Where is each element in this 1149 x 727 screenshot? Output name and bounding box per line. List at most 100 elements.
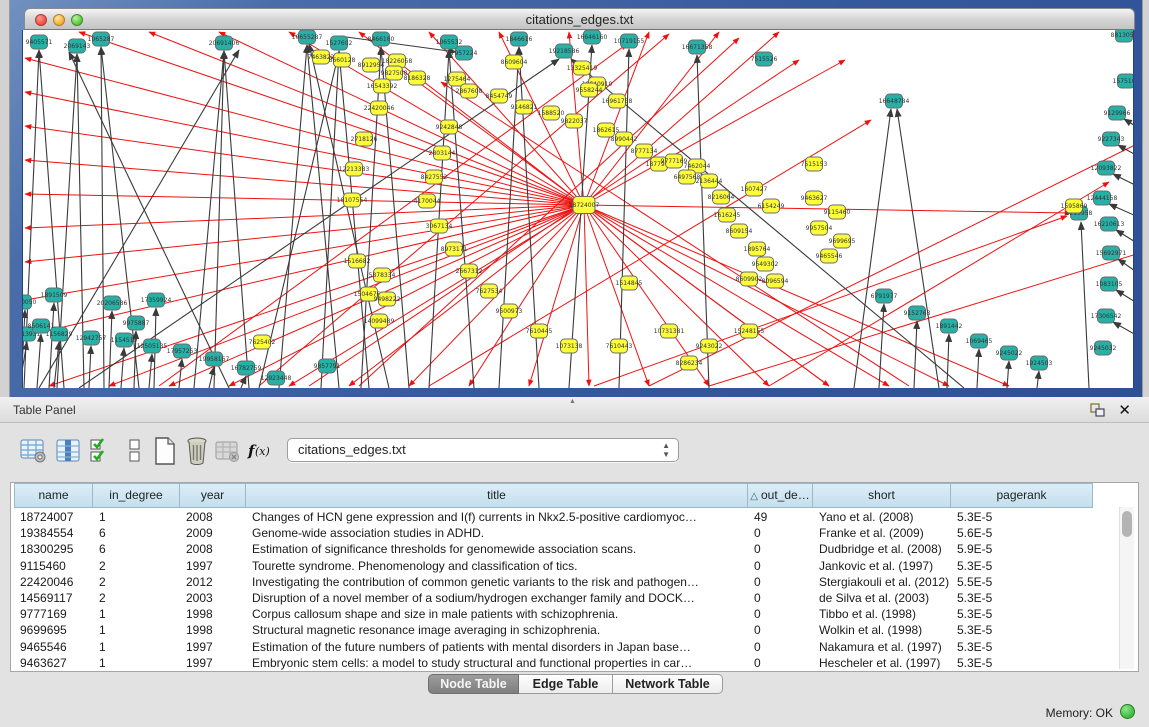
- memory-status-indicator[interactable]: [1120, 704, 1135, 719]
- graph-node[interactable]: 8609604: [501, 55, 528, 69]
- graph-node[interactable]: 20206586: [97, 296, 128, 310]
- column-header-year[interactable]: year: [180, 483, 246, 508]
- graph-node[interactable]: 9822037: [561, 114, 588, 128]
- table-selector-dropdown[interactable]: citations_edges.txt ▲▼: [287, 438, 679, 462]
- deselect-all-icon[interactable]: [120, 435, 150, 467]
- graph-node[interactable]: 9699695: [829, 234, 856, 248]
- graph-node[interactable]: 9957504: [806, 221, 833, 235]
- graph-node[interactable]: 6154249: [758, 199, 785, 213]
- column-header-short[interactable]: short: [813, 483, 951, 508]
- graph-node[interactable]: 9129966: [1104, 106, 1131, 120]
- tab-node-table[interactable]: Node Table: [428, 674, 519, 694]
- graph-node[interactable]: 10731381: [654, 324, 685, 338]
- graph-node[interactable]: 12093822: [1091, 161, 1122, 175]
- graph-node[interactable]: 6791977: [871, 289, 898, 303]
- graph-node[interactable]: 9227343: [1098, 132, 1125, 146]
- table-row[interactable]: 1872400712008Changes of HCN gene express…: [14, 509, 1093, 525]
- graph-node[interactable]: 1575107: [1113, 74, 1134, 88]
- graph-node[interactable]: 8186328: [404, 71, 431, 85]
- graph-node[interactable]: 1895764: [744, 242, 771, 256]
- graph-node[interactable]: 1527602: [326, 36, 353, 50]
- graph-node[interactable]: 16782759: [231, 361, 262, 375]
- column-settings-icon[interactable]: [18, 435, 48, 467]
- network-view-canvas[interactable]: 9405571206914310652872069140610655287152…: [22, 30, 1134, 388]
- graph-node[interactable]: 17359924: [141, 293, 172, 307]
- graph-node[interactable]: 12505135: [137, 339, 168, 353]
- graph-node[interactable]: 9500973: [496, 304, 523, 318]
- table-row[interactable]: 946554611997Estimation of the future num…: [14, 639, 1093, 655]
- table-row[interactable]: 969969511998Structural magnetic resonanc…: [14, 622, 1093, 638]
- graph-node[interactable]: 9549302: [752, 257, 779, 271]
- graph-node[interactable]: 8096594: [762, 274, 789, 288]
- graph-node[interactable]: 8813054: [1111, 30, 1134, 42]
- graph-node[interactable]: 8777134: [631, 144, 658, 158]
- graph-node[interactable]: 16671358: [682, 40, 713, 54]
- graph-node[interactable]: 16210613: [1094, 217, 1125, 231]
- graph-node[interactable]: 16648784: [879, 94, 910, 108]
- graph-node[interactable]: 18724007: [569, 197, 600, 214]
- table-row[interactable]: 911546021997Tourette syndrome. Phenomeno…: [14, 558, 1093, 574]
- graph-node[interactable]: 17957253: [167, 344, 198, 358]
- create-table-icon[interactable]: [150, 435, 180, 467]
- graph-node[interactable]: 19218586: [549, 44, 580, 58]
- graph-node[interactable]: 18107554: [337, 193, 368, 207]
- graph-node[interactable]: 8286234: [676, 356, 703, 370]
- graph-node[interactable]: 1891442: [936, 319, 963, 333]
- close-panel-icon[interactable]: ✕: [1118, 401, 1131, 419]
- column-header-in_degree[interactable]: in_degree: [93, 483, 180, 508]
- graph-node[interactable]: 9245022: [996, 346, 1023, 360]
- graph-node[interactable]: 7610443: [606, 339, 633, 353]
- import-table-icon[interactable]: [212, 435, 242, 467]
- table-vertical-scrollbar[interactable]: [1119, 507, 1134, 669]
- graph-node[interactable]: 8609902: [736, 272, 763, 286]
- splitter-handle-icon[interactable]: ▲: [569, 398, 576, 405]
- column-header-name[interactable]: name: [14, 483, 93, 508]
- graph-node[interactable]: 1083105: [1096, 277, 1123, 291]
- table-row[interactable]: 2242004622012Investigating the contribut…: [14, 574, 1093, 590]
- graph-node[interactable]: 10719155: [614, 34, 645, 48]
- float-panel-icon[interactable]: [1090, 403, 1105, 417]
- graph-node[interactable]: 2069143: [64, 39, 91, 53]
- table-row[interactable]: 1938455462009Genome-wide association stu…: [14, 525, 1093, 541]
- graph-node[interactable]: 7610445: [526, 324, 553, 338]
- graph-node[interactable]: 2803144: [429, 146, 456, 160]
- graph-node[interactable]: 9465546: [816, 249, 843, 263]
- graph-node[interactable]: 1069465: [966, 334, 993, 348]
- column-header-pagerank[interactable]: pagerank: [951, 483, 1093, 508]
- graph-node[interactable]: 1924503: [1026, 356, 1053, 370]
- tab-edge-table[interactable]: Edge Table: [519, 674, 613, 694]
- graph-node[interactable]: 2718126: [351, 132, 378, 146]
- column-header-title[interactable]: title: [246, 483, 748, 508]
- graph-node[interactable]: 4170044: [414, 194, 441, 208]
- table-row[interactable]: 977716911998Corpus callosum shape and si…: [14, 606, 1093, 622]
- graph-node[interactable]: 8609154: [726, 224, 753, 238]
- graph-node[interactable]: 8466160: [368, 32, 395, 46]
- scrollbar-thumb[interactable]: [1122, 511, 1132, 537]
- graph-node[interactable]: 2160050: [23, 295, 37, 309]
- table-row[interactable]: 1830029562008Estimation of significance …: [14, 541, 1093, 557]
- graph-node[interactable]: 9115460: [824, 205, 851, 219]
- graph-node[interactable]: 16543392: [367, 79, 398, 93]
- graph-node[interactable]: 7627534: [476, 284, 503, 298]
- graph-node[interactable]: 17306542: [1091, 309, 1122, 323]
- function-builder-icon[interactable]: f(x): [245, 435, 275, 467]
- graph-node[interactable]: 12923448: [261, 371, 292, 385]
- select-all-icon[interactable]: [86, 435, 116, 467]
- graph-node[interactable]: 1607427: [741, 182, 768, 196]
- graph-node[interactable]: 9463627: [801, 191, 828, 205]
- graph-node[interactable]: 1514845: [616, 276, 643, 290]
- graph-node[interactable]: 1891509: [41, 288, 68, 302]
- graph-node[interactable]: 16646160: [577, 30, 608, 44]
- column-header-out_de[interactable]: △out_de…: [748, 483, 813, 508]
- graph-node[interactable]: 20691406: [209, 36, 240, 50]
- table-row[interactable]: 946362711997Embryonic stem cells: a mode…: [14, 655, 1093, 671]
- delete-table-icon[interactable]: [182, 435, 212, 467]
- select-columns-icon[interactable]: [53, 435, 83, 467]
- graph-node[interactable]: 9245032: [1090, 341, 1117, 355]
- tab-network-table[interactable]: Network Table: [613, 674, 723, 694]
- graph-node[interactable]: 9975887: [123, 316, 150, 330]
- graph-node[interactable]: 15692971: [1096, 246, 1127, 260]
- graph-node[interactable]: 1065287: [88, 32, 115, 46]
- graph-node[interactable]: 7515153: [801, 157, 828, 171]
- table-row[interactable]: 1456911722003Disruption of a novel membe…: [14, 590, 1093, 606]
